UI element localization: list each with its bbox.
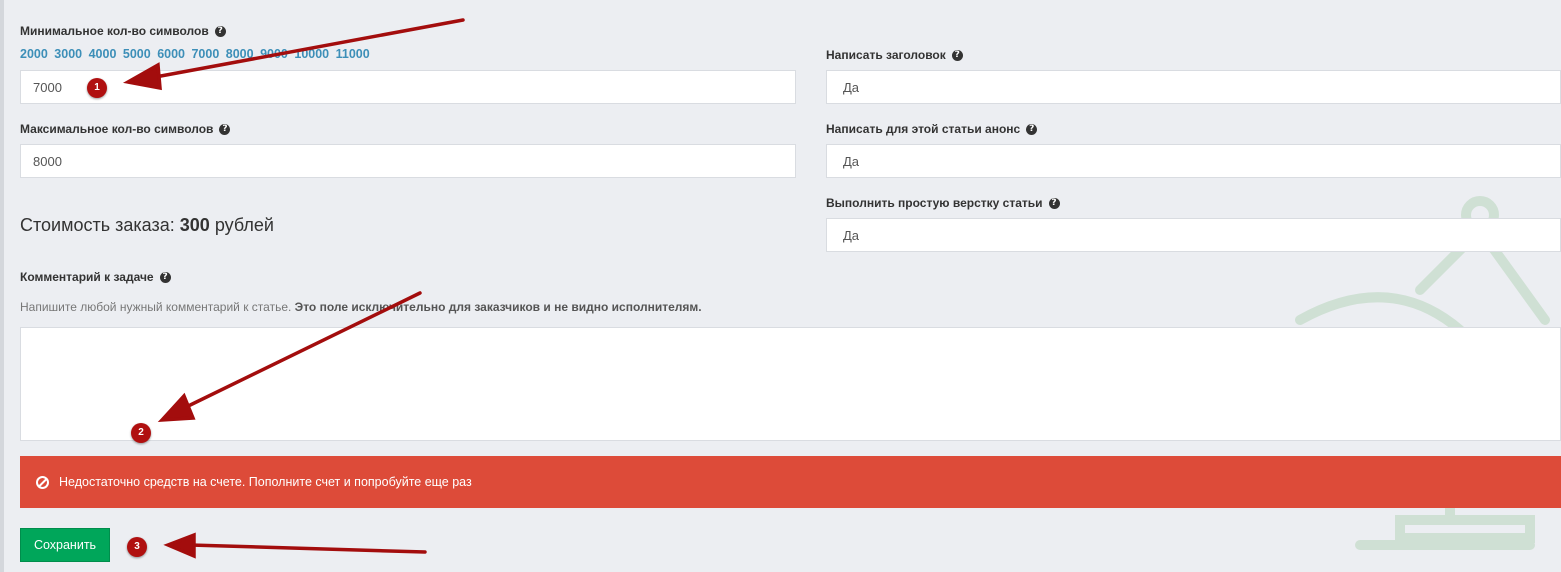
- min-chars-label: Минимальное кол-во символов ?: [20, 24, 226, 38]
- preset-7000[interactable]: 7000: [191, 47, 219, 61]
- annotation-marker-3: 3: [127, 537, 147, 557]
- write-announce-label: Написать для этой статьи анонс ?: [826, 122, 1038, 136]
- max-chars-input[interactable]: 8000: [20, 144, 796, 178]
- cost-amount: 300: [179, 215, 210, 235]
- preset-8000[interactable]: 8000: [226, 47, 254, 61]
- write-announce-value: Да: [843, 153, 860, 169]
- comment-textarea[interactable]: [20, 327, 1561, 441]
- min-chars-label-text: Минимальное кол-во символов: [20, 24, 209, 38]
- left-edge-strip: [0, 0, 4, 572]
- alert-message: Недостаточно средств на счете. Пополните…: [59, 475, 472, 489]
- annotation-arrowhead-3: [163, 532, 196, 559]
- write-title-value: Да: [843, 79, 860, 95]
- write-title-label: Написать заголовок ?: [826, 48, 963, 62]
- preset-4000[interactable]: 4000: [89, 47, 117, 61]
- write-announce-select[interactable]: Да: [826, 144, 1561, 178]
- min-chars-value: 7000: [33, 79, 62, 95]
- min-chars-presets: 2000 3000 4000 5000 6000 7000 8000 9000 …: [20, 47, 373, 61]
- annotation-marker-1: 1: [87, 78, 107, 98]
- order-cost: Стоимость заказа: 300 рублей: [20, 215, 274, 236]
- comment-hint: Напишите любой нужный комментарий к стат…: [20, 300, 702, 314]
- min-chars-input[interactable]: 7000: [20, 70, 796, 104]
- comment-label: Комментарий к задаче ?: [20, 270, 171, 284]
- annotation-marker-2: 2: [131, 423, 151, 443]
- error-alert: Недостаточно средств на счете. Пополните…: [20, 456, 1561, 508]
- preset-2000[interactable]: 2000: [20, 47, 48, 61]
- help-icon[interactable]: ?: [1048, 197, 1060, 209]
- help-icon[interactable]: ?: [214, 25, 226, 37]
- simple-layout-select[interactable]: Да: [826, 218, 1561, 252]
- ban-icon: [36, 475, 49, 489]
- write-title-label-text: Написать заголовок: [826, 48, 946, 62]
- max-chars-label-text: Максимальное кол-во символов: [20, 122, 214, 136]
- preset-3000[interactable]: 3000: [54, 47, 82, 61]
- help-icon[interactable]: ?: [951, 49, 963, 61]
- preset-9000[interactable]: 9000: [260, 47, 288, 61]
- preset-11000[interactable]: 11000: [336, 47, 370, 61]
- write-title-select[interactable]: Да: [826, 70, 1561, 104]
- cost-currency: рублей: [214, 215, 274, 235]
- max-chars-value: 8000: [33, 153, 62, 169]
- comment-label-text: Комментарий к задаче: [20, 270, 154, 284]
- preset-6000[interactable]: 6000: [157, 47, 185, 61]
- preset-5000[interactable]: 5000: [123, 47, 151, 61]
- annotation-arrow-3: [188, 543, 427, 554]
- save-button[interactable]: Сохранить: [20, 528, 110, 562]
- comment-hint-bold: Это поле исключительно для заказчиков и …: [294, 300, 702, 314]
- write-announce-label-text: Написать для этой статьи анонс: [826, 122, 1021, 136]
- order-form-page: Минимальное кол-во символов ? 2000 3000 …: [0, 0, 1561, 572]
- simple-layout-value: Да: [843, 227, 860, 243]
- help-icon[interactable]: ?: [159, 271, 171, 283]
- max-chars-label: Максимальное кол-во символов ?: [20, 122, 231, 136]
- comment-hint-plain: Напишите любой нужный комментарий к стат…: [20, 300, 292, 314]
- help-icon[interactable]: ?: [219, 123, 231, 135]
- cost-prefix: Стоимость заказа:: [20, 215, 175, 235]
- preset-10000[interactable]: 10000: [294, 47, 329, 61]
- simple-layout-label: Выполнить простую верстку статьи ?: [826, 196, 1060, 210]
- simple-layout-label-text: Выполнить простую верстку статьи: [826, 196, 1043, 210]
- help-icon[interactable]: ?: [1026, 123, 1038, 135]
